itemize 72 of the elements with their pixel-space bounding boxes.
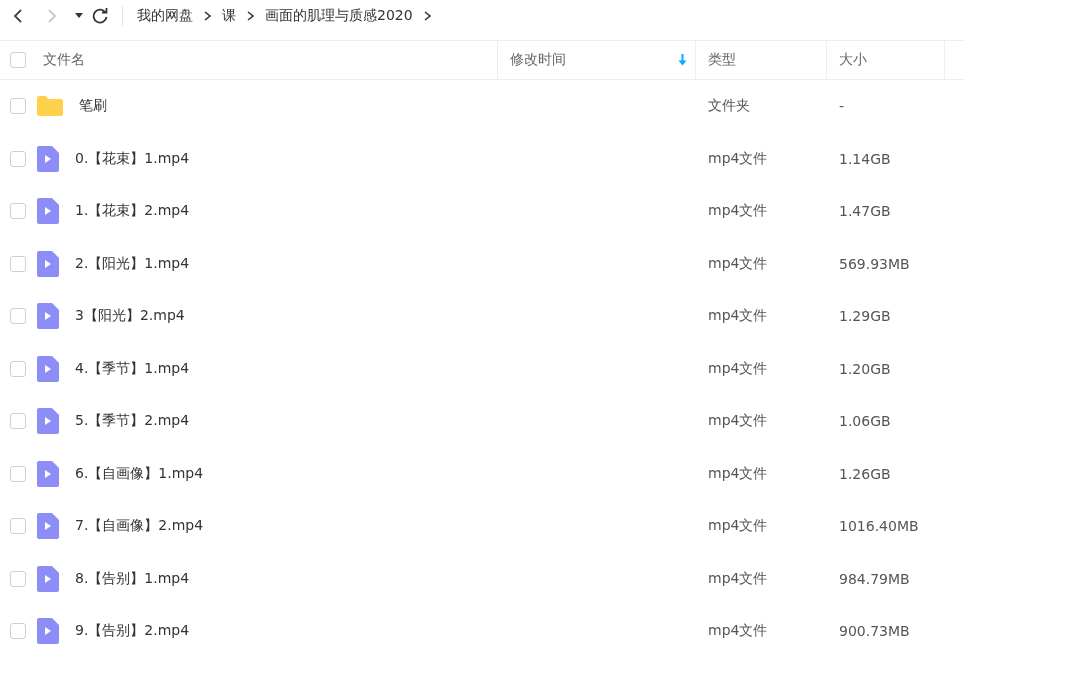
column-header[interactable]: 文件名 [30,41,498,79]
file-size: 1.29GB [838,308,892,325]
file-type: mp4文件 [707,517,769,536]
video-file-icon [37,513,59,540]
video-file-icon [37,355,59,382]
video-file-icon [37,198,59,225]
row-checkbox[interactable] [10,98,26,115]
file-name[interactable]: 3【阳光】2.mp4 [75,307,185,326]
file-size: 1.14GB [838,150,892,167]
video-file-icon [37,565,59,592]
file-size: 1.47GB [838,203,892,220]
file-type: mp4文件 [707,569,769,588]
breadcrumb-link[interactable]: 我的网盘 [137,7,193,25]
column-label: 大小 [839,51,867,69]
chevron-right-icon [423,11,431,21]
file-size: - [838,98,846,115]
file-type: mp4文件 [707,202,769,221]
file-type: 文件夹 [707,97,751,116]
row-checkbox[interactable] [10,623,26,640]
file-name[interactable]: 8.【告别】1.mp4 [75,569,190,588]
column-label: 修改时间 [510,51,566,69]
file-name[interactable]: 1.【花束】2.mp4 [75,202,190,221]
video-file-icon [37,250,59,277]
column-header[interactable]: 大小 [827,41,945,79]
file-type: mp4文件 [707,149,769,168]
row-checkbox[interactable] [10,360,26,377]
file-name[interactable]: 4.【季节】1.mp4 [75,359,190,378]
refresh-icon[interactable] [90,6,110,26]
file-name[interactable]: 6.【自画像】1.mp4 [75,464,204,483]
chevron-right-icon [204,11,211,21]
chevron-right-icon [247,11,254,21]
file-type: mp4文件 [707,254,769,273]
file-size: 1.20GB [838,360,892,377]
file-name[interactable]: 5.【季节】2.mp4 [75,412,190,431]
column-label: 类型 [708,51,736,69]
select-all-checkbox[interactable] [10,52,26,68]
row-checkbox[interactable] [10,413,26,430]
file-size: 1.06GB [838,413,892,430]
folder-icon [37,96,63,117]
file-size: 1016.40MB [838,518,920,535]
row-checkbox[interactable] [10,203,26,220]
row-checkbox[interactable] [10,570,26,587]
column-header[interactable]: 修改时间 [498,41,696,79]
column-header[interactable]: 类型 [696,41,827,79]
row-checkbox[interactable] [10,308,26,325]
file-name[interactable]: 9.【告别】2.mp4 [75,622,190,641]
file-size: 1.26GB [838,465,892,482]
file-type: mp4文件 [707,307,769,326]
row-checkbox[interactable] [10,518,26,535]
row-checkbox[interactable] [10,150,26,167]
breadcrumb-link[interactable]: 课 [222,7,236,25]
row-checkbox[interactable] [10,255,26,272]
video-file-icon [37,618,59,645]
dropdown-caret-icon[interactable] [74,13,84,19]
file-name[interactable]: 7.【自画像】2.mp4 [75,517,204,536]
row-checkbox[interactable] [10,465,26,482]
video-file-icon [37,303,59,330]
breadcrumb-link[interactable]: 画面的肌理与质感2020 [265,7,413,25]
file-type: mp4文件 [707,359,769,378]
video-file-icon [37,460,59,487]
file-size: 984.79MB [838,570,911,587]
video-file-icon [37,408,59,435]
file-type: mp4文件 [707,464,769,483]
file-name[interactable]: 笔刷 [79,97,107,116]
file-size: 900.73MB [838,623,911,640]
file-name[interactable]: 0.【花束】1.mp4 [75,149,190,168]
file-name[interactable]: 2.【阳光】1.mp4 [75,254,190,273]
file-type: mp4文件 [707,622,769,641]
video-file-icon [37,145,59,172]
column-label: 文件名 [43,51,85,69]
file-type: mp4文件 [707,412,769,431]
file-size: 569.93MB [838,255,911,272]
